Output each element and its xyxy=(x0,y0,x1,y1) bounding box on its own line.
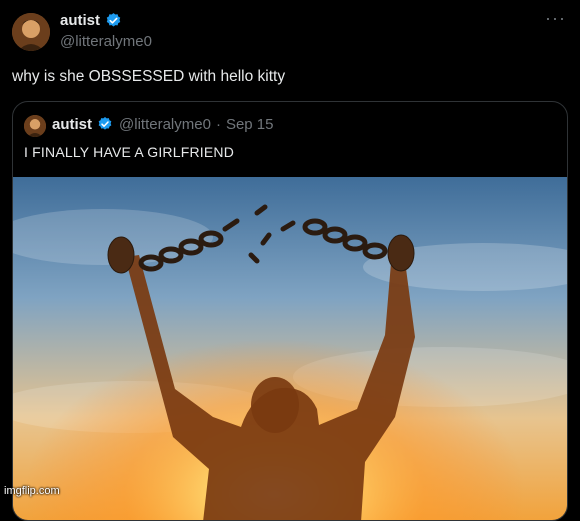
quoted-date[interactable]: Sep 15 xyxy=(226,116,274,133)
imgflip-watermark: imgflip.com xyxy=(4,485,60,497)
author-display-name[interactable]: autist xyxy=(60,12,100,29)
tweet-text: why is she OBSSESSED with hello kitty xyxy=(12,68,286,85)
more-options-icon[interactable]: ··· xyxy=(545,8,566,29)
quoted-tweet[interactable]: autist @litteralyme0 · Sep 15 I FINALLY … xyxy=(12,101,568,521)
profile-photo-icon xyxy=(12,13,50,51)
meta-separator: · xyxy=(215,116,221,133)
broken-chains-sunset-image[interactable] xyxy=(13,177,568,521)
author-handle[interactable]: @litteralyme0 xyxy=(60,33,152,50)
quoted-meta: autist @litteralyme0 · Sep 15 xyxy=(52,116,273,133)
quoted-author-avatar[interactable] xyxy=(24,115,46,137)
quoted-handle[interactable]: @litteralyme0 xyxy=(119,116,211,133)
verified-badge-icon xyxy=(97,116,114,133)
profile-photo-icon xyxy=(24,115,46,137)
quoted-display-name[interactable]: autist xyxy=(52,116,92,133)
author-avatar[interactable] xyxy=(12,13,50,51)
quoted-tweet-text: I FINALLY HAVE A GIRLFRIEND xyxy=(24,144,235,160)
verified-badge-icon xyxy=(105,12,122,29)
author-name-row: autist xyxy=(60,12,122,29)
tweet: autist @litteralyme0 ··· why is she OBSS… xyxy=(0,0,580,521)
